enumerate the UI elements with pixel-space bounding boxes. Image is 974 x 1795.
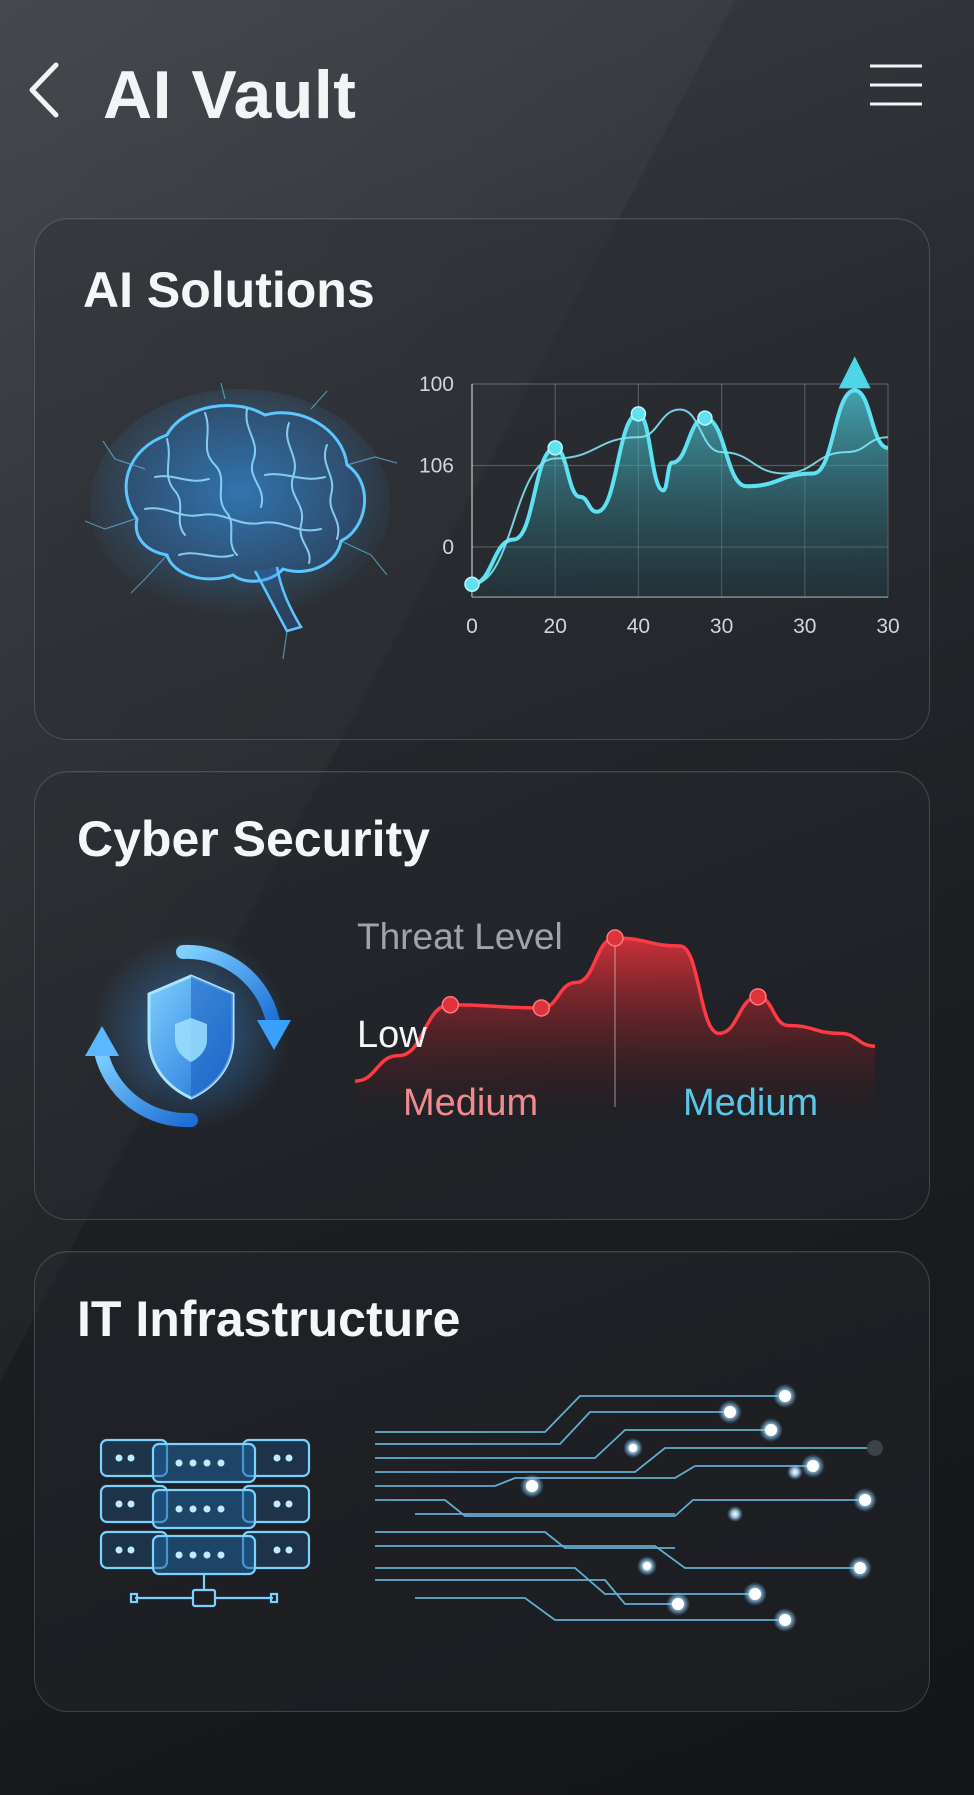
- card-title-cyber-security: Cyber Security: [77, 811, 430, 867]
- chart-point: [464, 576, 480, 592]
- y-tick-label: 0: [442, 536, 454, 559]
- page-title: AI Vault: [103, 57, 357, 133]
- threat-level-medium-right-label: Medium: [683, 1082, 819, 1124]
- x-tick-label: 0: [466, 615, 478, 638]
- chart-x-ticks: 0 20 40 30 30 30: [466, 615, 900, 638]
- x-tick-label: 40: [627, 615, 650, 638]
- threat-level-medium-left-label: Medium: [403, 1082, 539, 1124]
- circuit-traces-icon: [375, 1384, 883, 1632]
- x-tick-label: 30: [876, 615, 899, 638]
- chart-point: [630, 406, 647, 422]
- ai-solutions-chart: 100 106 0 0 20 40 30 30 30: [419, 356, 900, 638]
- hamburger-menu-icon: [870, 64, 922, 106]
- card-title-ai-solutions: AI Solutions: [83, 262, 375, 318]
- threat-point: [749, 988, 767, 1006]
- shield-sync-icon: [85, 932, 291, 1132]
- chart-point: [547, 440, 563, 456]
- threat-level-title: Threat Level: [357, 916, 563, 957]
- back-button[interactable]: [22, 55, 72, 125]
- y-tick-label: 106: [419, 455, 454, 478]
- threat-point: [532, 999, 551, 1017]
- chart-y-ticks: 100 106 0: [419, 373, 454, 559]
- top-bar: AI Vault: [0, 0, 974, 190]
- brain-icon: [84, 382, 398, 660]
- menu-button[interactable]: [866, 60, 926, 110]
- server-stack-icon: [99, 1438, 311, 1608]
- cyber-security-card[interactable]: Cyber Security Threat Level Low Medium M…: [34, 771, 930, 1220]
- it-infrastructure-card[interactable]: IT Infrastructure: [34, 1251, 930, 1712]
- threat-point: [441, 996, 460, 1014]
- x-tick-label: 20: [544, 615, 567, 638]
- threat-point: [606, 929, 624, 947]
- chevron-left-icon: [29, 62, 59, 118]
- ai-solutions-card[interactable]: AI Solutions 100 106 0 0 20 40 30 30 30: [34, 218, 930, 740]
- chart-point: [697, 410, 713, 426]
- x-tick-label: 30: [793, 615, 816, 638]
- threat-level-low-label: Low: [357, 1014, 427, 1056]
- card-title-it-infrastructure: IT Infrastructure: [77, 1291, 461, 1347]
- y-tick-label: 100: [419, 373, 454, 396]
- x-tick-label: 30: [710, 615, 733, 638]
